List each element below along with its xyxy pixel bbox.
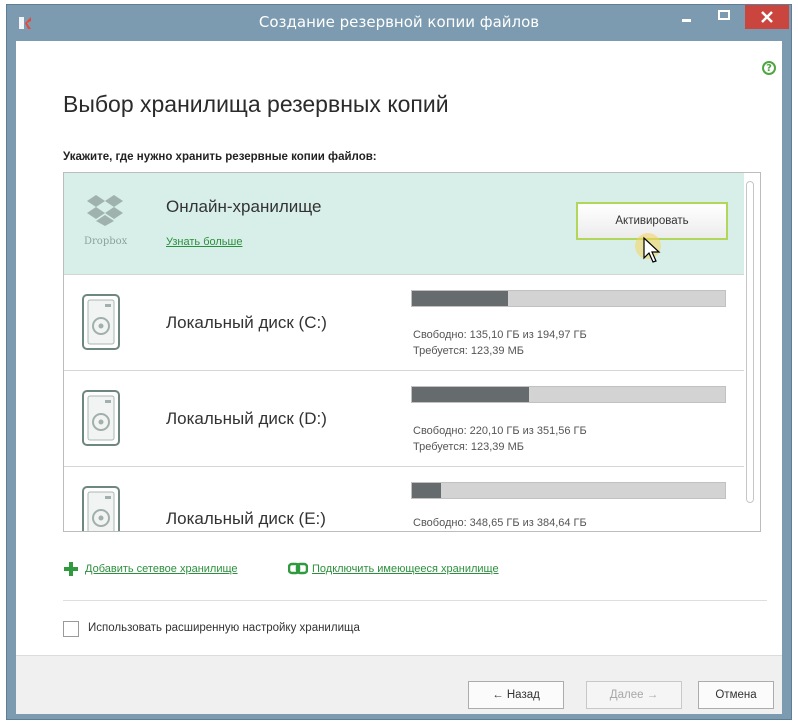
- advanced-settings-label[interactable]: Использовать расширенную настройку храни…: [88, 622, 360, 634]
- app-window: Создание резервной копии файлов ? Выбор …: [6, 4, 792, 720]
- disk-name: Локальный диск (C:): [166, 313, 327, 332]
- storage-item-online[interactable]: Dropbox Онлайн-хранилище Узнать больше А…: [64, 173, 744, 275]
- list-scrollbar[interactable]: [746, 181, 754, 503]
- storage-list[interactable]: Dropbox Онлайн-хранилище Узнать больше А…: [63, 172, 761, 532]
- link-icon: [288, 562, 308, 575]
- disk-info: Свободно: 348,65 ГБ из 384,64 ГБ: [413, 515, 587, 531]
- disk-usage-bar: [411, 386, 726, 403]
- next-button[interactable]: Далее →: [586, 681, 682, 709]
- required-space-text: Требуется: 123,39 МБ: [413, 345, 524, 357]
- dropbox-icon: [87, 195, 123, 226]
- free-space-text: Свободно: 348,65 ГБ из 384,64 ГБ: [413, 517, 587, 529]
- disk-info: Свободно: 135,10 ГБ из 194,97 ГБ Требует…: [413, 327, 587, 359]
- minimize-button[interactable]: [669, 5, 703, 29]
- help-icon[interactable]: ?: [762, 61, 776, 75]
- disk-usage-fill: [412, 483, 442, 498]
- disk-usage-fill: [412, 387, 530, 402]
- learn-more-link[interactable]: Узнать больше: [166, 236, 242, 248]
- mouse-cursor-icon: [635, 233, 661, 263]
- advanced-settings-checkbox[interactable]: [63, 621, 79, 637]
- cancel-button[interactable]: Отмена: [698, 681, 774, 709]
- free-space-text: Свободно: 135,10 ГБ из 194,97 ГБ: [413, 329, 587, 341]
- dialog-footer: ← Назад Далее → Отмена: [16, 655, 782, 714]
- plus-icon: [64, 562, 78, 576]
- storage-item-disk-e[interactable]: Локальный диск (E:) Свободно: 348,65 ГБ …: [64, 467, 744, 531]
- storage-name: Онлайн-хранилище: [166, 197, 322, 216]
- back-button-label: Назад: [506, 689, 540, 701]
- disk-info: Свободно: 220,10 ГБ из 351,56 ГБ Требует…: [413, 423, 587, 455]
- next-button-label: Далее: [609, 689, 644, 701]
- required-space-text: Требуется: 123,39 МБ: [413, 441, 524, 453]
- storage-item-disk-d[interactable]: Локальный диск (D:) Свободно: 220,10 ГБ …: [64, 371, 744, 467]
- free-space-text: Свободно: 220,10 ГБ из 351,56 ГБ: [413, 425, 587, 437]
- hard-disk-icon: [82, 294, 120, 350]
- dialog-content: ? Выбор хранилища резервных копий Укажит…: [16, 41, 782, 714]
- disk-name: Локальный диск (D:): [166, 409, 327, 428]
- arrow-right-icon: →: [646, 689, 659, 701]
- add-network-storage-link[interactable]: Добавить сетевое хранилище: [85, 563, 238, 575]
- title-bar[interactable]: Создание резервной копии файлов: [7, 5, 791, 41]
- hard-disk-icon: [82, 486, 120, 531]
- storage-item-disk-c[interactable]: Локальный диск (C:) Свободно: 135,10 ГБ …: [64, 275, 744, 371]
- hard-disk-icon: [82, 390, 120, 446]
- back-button[interactable]: ← Назад: [468, 681, 564, 709]
- maximize-button[interactable]: [707, 5, 741, 29]
- instruction-text: Укажите, где нужно хранить резервные коп…: [63, 151, 377, 163]
- maximize-icon: [718, 10, 730, 20]
- close-icon: [761, 11, 773, 23]
- arrow-left-icon: ←: [492, 689, 504, 701]
- dropbox-caption: Dropbox: [84, 236, 128, 247]
- minimize-icon: [682, 19, 691, 22]
- page-title: Выбор хранилища резервных копий: [63, 91, 449, 117]
- disk-usage-bar: [411, 482, 726, 499]
- disk-usage-bar: [411, 290, 726, 307]
- connect-existing-storage-link[interactable]: Подключить имеющееся хранилище: [312, 563, 499, 575]
- divider: [63, 600, 767, 601]
- close-button[interactable]: [745, 5, 789, 29]
- disk-name: Локальный диск (E:): [166, 509, 326, 528]
- disk-usage-fill: [412, 291, 509, 306]
